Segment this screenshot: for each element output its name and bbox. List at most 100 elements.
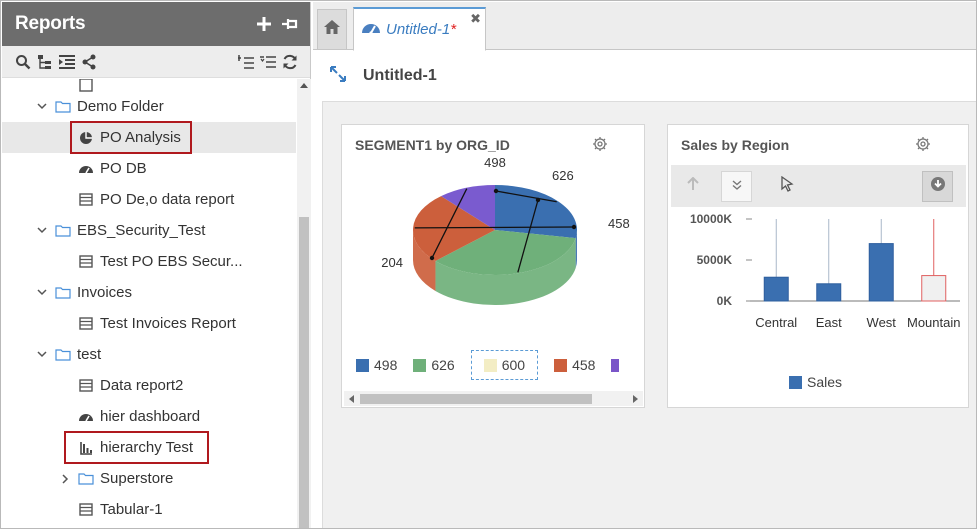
widget-title: SEGMENT1 by ORG_ID: [355, 137, 510, 153]
app-window: Reports Demo Folder PO Analysis PO DB PO…: [0, 0, 977, 529]
tree-folder-invoices[interactable]: Invoices: [2, 277, 296, 308]
table-icon: [78, 316, 94, 332]
tree-item-label: Superstore: [100, 470, 174, 487]
legend-label: 626: [431, 357, 455, 373]
pie-slice-label: 458: [608, 216, 630, 231]
tree-item-label: test: [77, 346, 102, 363]
double-chevron-down-icon: [731, 178, 743, 196]
legend-scrollbar[interactable]: [344, 391, 643, 406]
drill-up-button[interactable]: [677, 171, 708, 202]
tree-item-po-deo-data-report[interactable]: PO De,o data report: [2, 184, 296, 215]
tree-item-test-invoices-report[interactable]: Test Invoices Report: [2, 308, 296, 339]
add-icon[interactable]: [254, 14, 274, 34]
x-category-label: West: [867, 315, 897, 330]
legend-swatch: [554, 358, 568, 372]
gear-icon[interactable]: [591, 135, 609, 153]
bar-west[interactable]: [868, 243, 894, 302]
tab-label: Untitled-1: [386, 21, 451, 38]
tree-folder-test[interactable]: test: [2, 339, 296, 370]
dashboard-canvas: SEGMENT1 by ORG_ID 498 626 458 204 498 626 …: [322, 101, 976, 528]
refresh-icon[interactable]: [280, 52, 300, 72]
gear-icon[interactable]: [914, 135, 932, 153]
bar-central[interactable]: [763, 276, 789, 302]
chevron-down-icon[interactable]: [35, 224, 49, 238]
tree-item-data-report2[interactable]: Data report2: [2, 370, 296, 401]
chevron-right-icon[interactable]: [58, 472, 72, 486]
bar-chart[interactable]: 10000K 5000K 0K Central East West Mountain: [668, 207, 968, 347]
reports-panel-header: Reports: [2, 2, 310, 46]
tree-item-po-db[interactable]: PO DB: [2, 153, 296, 184]
legend-swatch: [356, 358, 369, 372]
chevron-down-icon[interactable]: [35, 100, 49, 114]
home-icon: [323, 19, 341, 40]
scroll-left-arrow[interactable]: [349, 395, 354, 403]
widget-pie-chart[interactable]: SEGMENT1 by ORG_ID 498 626 458 204 498 626 …: [341, 124, 645, 408]
tab-bar: Untitled-1 * ✖: [313, 2, 976, 51]
legend-swatch: [413, 358, 427, 372]
tree-item-label: Data report2: [100, 377, 184, 394]
tree-item-test-po-ebs-security[interactable]: Test PO EBS Secur...: [2, 246, 296, 277]
legend-item[interactable]: 626: [413, 357, 455, 373]
pie-chart[interactable]: 498 626 458 204: [342, 155, 642, 345]
arrow-up-icon: [686, 176, 700, 196]
legend-swatch: [483, 358, 497, 372]
tree-item-tabular-1[interactable]: Tabular-1: [2, 494, 296, 525]
scroll-thumb[interactable]: [299, 217, 309, 528]
legend-label: Sales: [807, 374, 843, 390]
drill-down-button[interactable]: [721, 171, 752, 202]
legend-item[interactable]: 458: [554, 357, 595, 373]
highlight-box-hierarchy-test: [64, 431, 209, 464]
pin-icon[interactable]: [280, 14, 300, 34]
expand-icon[interactable]: [329, 65, 347, 88]
select-pointer-button[interactable]: [771, 171, 802, 202]
table-icon: [78, 502, 94, 518]
folder-icon: [55, 99, 71, 115]
chart-toolbar: [671, 165, 966, 207]
chevron-down-icon[interactable]: [35, 348, 49, 362]
bar-mountain[interactable]: [921, 275, 947, 302]
scroll-right-arrow[interactable]: [633, 395, 638, 403]
x-category-label: Mountain: [907, 315, 960, 330]
tab-home[interactable]: [317, 9, 347, 49]
unsaved-marker: *: [450, 21, 457, 38]
scroll-thumb[interactable]: [360, 394, 592, 404]
tree-folder-ebs-security-test[interactable]: EBS_Security_Test: [2, 215, 296, 246]
download-button[interactable]: [922, 171, 953, 202]
expand-all-icon[interactable]: [258, 52, 278, 72]
close-icon[interactable]: ✖: [470, 11, 481, 27]
collapse-all-icon[interactable]: [236, 52, 256, 72]
pie-leader-dot: [429, 255, 435, 261]
tree-item-label: Tabular-1: [100, 501, 163, 518]
share-icon[interactable]: [79, 52, 99, 72]
search-icon[interactable]: [13, 52, 33, 72]
outdent-icon[interactable]: [57, 52, 77, 72]
bar-east[interactable]: [816, 283, 842, 302]
dashboard-title-bar: Untitled-1: [313, 51, 976, 101]
pie-leader-dot: [493, 188, 499, 194]
legend-item[interactable]: [611, 358, 624, 372]
table-icon: [78, 192, 94, 208]
bar-legend[interactable]: Sales: [789, 374, 842, 390]
tree-scrollbar[interactable]: [297, 79, 311, 528]
tree-item-label: Test PO EBS Secur...: [100, 253, 243, 270]
tree-folder-demo-folder[interactable]: Demo Folder: [2, 91, 296, 122]
pie-slice-label: 626: [552, 168, 574, 183]
folder-icon: [55, 223, 71, 239]
widget-bar-chart[interactable]: Sales by Region 10000K 5000K 0K Central East…: [667, 124, 969, 408]
tree-folder-superstore[interactable]: Superstore: [2, 463, 296, 494]
x-category-label: Central: [755, 315, 797, 330]
chevron-down-icon[interactable]: [35, 286, 49, 300]
legend-item[interactable]: 600: [470, 350, 539, 380]
widget-title: Sales by Region: [681, 137, 790, 153]
legend-swatch: [789, 375, 802, 389]
reports-panel-title: Reports: [15, 13, 86, 34]
tree-view-icon[interactable]: [35, 52, 55, 72]
tree-item-label: Test Invoices Report: [100, 315, 236, 332]
dashboard-title: Untitled-1: [363, 67, 437, 84]
tree-item-hier-dashboard[interactable]: hier dashboard: [2, 401, 296, 432]
y-tick-label: 5000K: [697, 253, 733, 267]
legend-item[interactable]: 498: [356, 357, 397, 373]
tab-untitled-1[interactable]: Untitled-1 * ✖: [353, 7, 486, 51]
scroll-up-arrow[interactable]: [300, 83, 308, 88]
folder-icon: [55, 347, 71, 363]
